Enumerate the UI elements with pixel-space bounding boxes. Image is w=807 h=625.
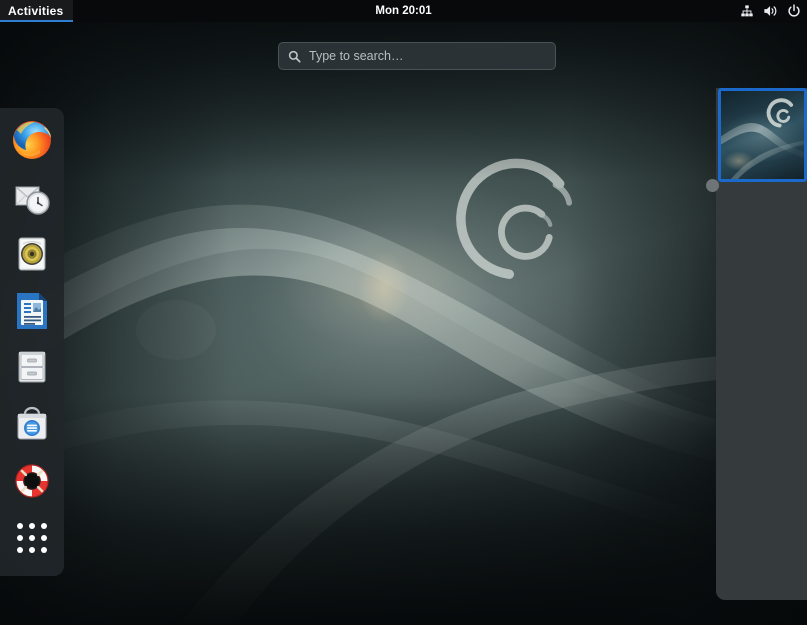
dash-item-help[interactable] <box>8 457 56 505</box>
show-applications-button[interactable] <box>8 514 56 562</box>
dash-item-firefox[interactable] <box>8 116 56 164</box>
power-icon <box>787 4 801 18</box>
dash-item-rhythmbox[interactable] <box>8 230 56 278</box>
workspace-thumbnail-preview <box>721 91 804 179</box>
search-entry-wrapper: Type to search… <box>278 42 556 70</box>
mail-clock-icon <box>11 176 53 218</box>
search-input[interactable]: Type to search… <box>278 42 556 70</box>
activities-button[interactable]: Activities <box>0 0 73 22</box>
dash-item-software[interactable] <box>8 400 56 448</box>
system-status-area[interactable] <box>740 0 801 22</box>
top-bar: Activities Mon 20:01 <box>0 0 807 22</box>
network-wired-icon <box>740 4 754 18</box>
volume-icon <box>763 4 778 18</box>
clock-label[interactable]: Mon 20:01 <box>375 5 431 17</box>
software-bag-icon <box>11 403 53 445</box>
document-writer-icon <box>11 290 53 332</box>
clock-area: Mon 20:01 <box>0 5 807 17</box>
music-player-icon <box>11 233 53 275</box>
search-placeholder-text: Type to search… <box>309 49 404 63</box>
activities-label: Activities <box>8 4 63 18</box>
file-cabinet-icon <box>11 346 53 388</box>
dash-item-libreoffice-writer[interactable] <box>8 287 56 335</box>
workspace-switcher-handle[interactable] <box>706 179 719 192</box>
workspace-thumbnail-wallpaper <box>721 91 804 179</box>
lifebuoy-icon <box>11 460 53 502</box>
search-icon <box>288 50 301 63</box>
apps-grid-icon <box>17 523 47 553</box>
dash-item-evolution[interactable] <box>8 173 56 221</box>
desktop-wallpaper <box>0 0 807 625</box>
firefox-icon <box>11 119 53 161</box>
dash-item-files[interactable] <box>8 344 56 392</box>
gnome-shell-overview: Type to search… Activities Mon 20:01 <box>0 0 807 625</box>
workspace-thumbnail-1[interactable] <box>718 88 807 182</box>
dash-dock <box>0 108 64 576</box>
